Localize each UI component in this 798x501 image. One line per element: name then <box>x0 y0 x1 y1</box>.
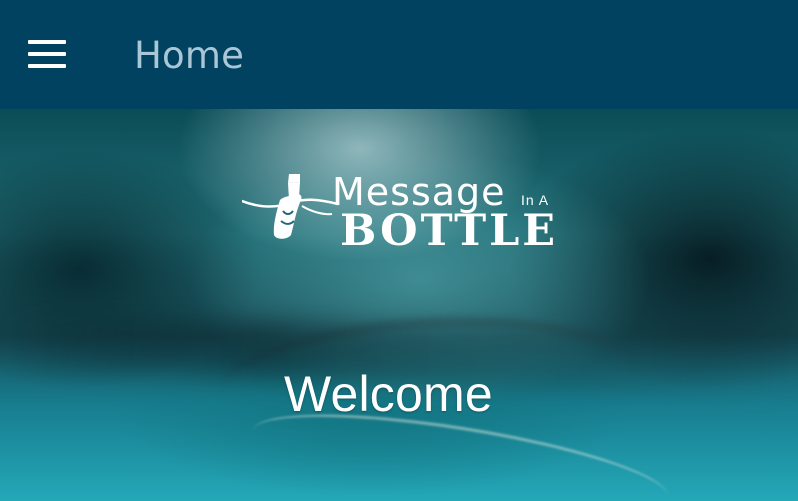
menu-line <box>28 64 66 68</box>
hero-banner: Message In A BOTTLE Welcome <box>0 109 798 501</box>
menu-line <box>28 40 66 44</box>
message-in-a-bottle-logo: Message In A BOTTLE <box>242 169 562 253</box>
bottle-logo-icon <box>242 174 338 239</box>
welcome-heading: Welcome <box>284 366 493 422</box>
app-screen: Home Message In A BOTTLE Welcome <box>0 0 798 501</box>
page-title: Home <box>134 34 245 77</box>
menu-icon <box>28 40 66 68</box>
logo-bottle-text: BOTTLE <box>340 206 559 256</box>
menu-line <box>28 52 66 56</box>
menu-button[interactable] <box>20 30 74 78</box>
app-bar: Home <box>0 0 798 109</box>
